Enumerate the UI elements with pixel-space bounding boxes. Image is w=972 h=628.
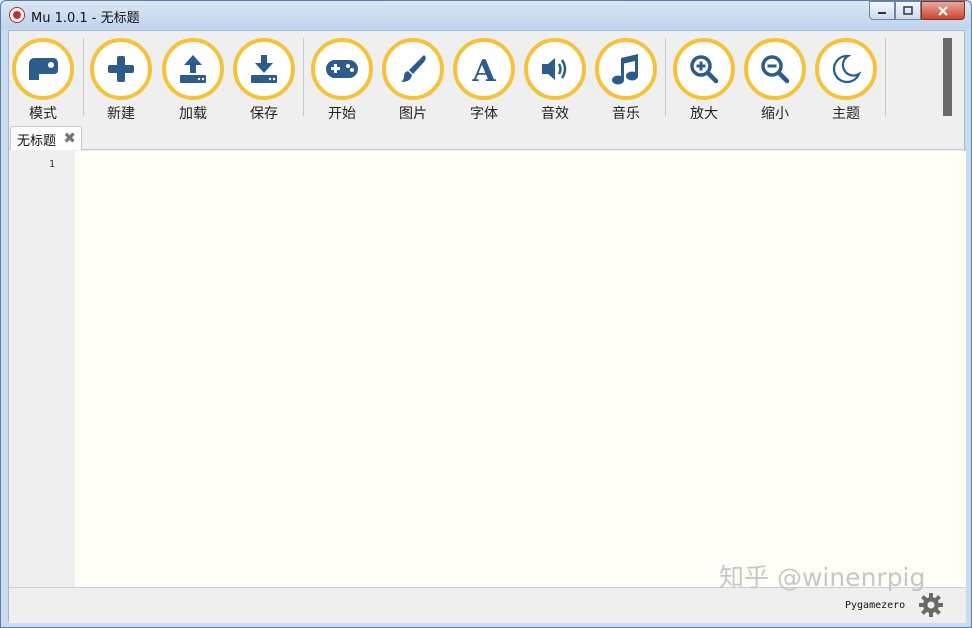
upload-icon (180, 55, 206, 83)
speaker-icon (542, 58, 567, 80)
play-label: 开始 (328, 106, 356, 122)
toolbar-separator (885, 38, 886, 116)
save-label: 保存 (250, 106, 278, 122)
toolbar-separator (303, 38, 304, 116)
download-icon (251, 55, 277, 83)
music-label: 音乐 (612, 106, 640, 122)
play-button[interactable]: 开始 (310, 38, 374, 123)
zoom-in-label: 放大 (690, 106, 718, 122)
paintbrush-icon (401, 55, 426, 82)
zoom-out-icon (761, 55, 790, 84)
theme-button[interactable]: 主题 (814, 38, 878, 123)
minimize-icon (878, 11, 886, 14)
zoom-out-label: 缩小 (761, 106, 789, 122)
mu-logo-icon (9, 7, 25, 23)
sounds-label: 音效 (541, 106, 569, 122)
resize-grip[interactable] (956, 613, 966, 623)
app-window: Mu 1.0.1 - 无标题 模式 新建 加载 保存 开始 图片 A 字体 音效… (0, 0, 972, 628)
toolbar-separator (665, 38, 666, 116)
toolbar-scrollbar[interactable] (943, 38, 952, 116)
watermark-text: 知乎 @winenrpig (719, 563, 926, 592)
music-button[interactable]: 音乐 (594, 38, 658, 123)
window-controls (869, 1, 965, 21)
zoom-out-button[interactable]: 缩小 (743, 38, 807, 123)
toolbar: 模式 新建 加载 保存 开始 图片 A 字体 音效 音乐 放大 缩小 主题 (9, 31, 955, 123)
svg-text:A: A (471, 54, 496, 85)
sounds-button[interactable]: 音效 (523, 38, 587, 123)
load-button[interactable]: 加载 (161, 38, 225, 123)
mode-button[interactable]: 模式 (11, 38, 75, 123)
new-label: 新建 (107, 106, 135, 122)
line-number-gutter: 1 (9, 151, 75, 587)
code-editor[interactable]: 1 (9, 151, 966, 587)
maximize-icon (903, 6, 913, 15)
mode-label: 模式 (29, 106, 57, 122)
toolbar-separator (83, 38, 84, 116)
tab-label: 无标题 (17, 134, 57, 149)
maximize-button[interactable] (895, 1, 921, 20)
tab-bar: 无标题 ✖ (9, 124, 966, 150)
title-bar[interactable]: Mu 1.0.1 - 无标题 (1, 1, 971, 29)
line-number: 1 (48, 159, 55, 170)
moon-icon (832, 54, 862, 84)
window-title: Mu 1.0.1 - 无标题 (31, 11, 140, 26)
plus-icon (108, 56, 134, 82)
minimize-button[interactable] (869, 1, 895, 20)
music-note-icon (612, 54, 638, 85)
current-mode-label: Pygamezero (845, 600, 906, 611)
font-icon: A (471, 54, 496, 85)
zoom-in-button[interactable]: 放大 (672, 38, 736, 123)
client-area: 模式 新建 加载 保存 开始 图片 A 字体 音效 音乐 放大 缩小 主题 无标… (8, 30, 966, 623)
gear-icon (919, 593, 943, 617)
zoom-in-icon (690, 55, 719, 84)
close-icon (938, 5, 948, 16)
close-button[interactable] (921, 1, 965, 20)
gamepad-icon (326, 60, 358, 78)
load-label: 加载 (179, 106, 207, 122)
tab-close-icon[interactable]: ✖ (63, 129, 76, 147)
images-label: 图片 (399, 106, 427, 122)
tab-untitled[interactable]: 无标题 ✖ (10, 126, 82, 150)
images-button[interactable]: 图片 (381, 38, 445, 123)
save-button[interactable]: 保存 (232, 38, 296, 123)
fonts-label: 字体 (470, 106, 498, 122)
new-button[interactable]: 新建 (89, 38, 153, 123)
fonts-button[interactable]: A 字体 (452, 38, 516, 123)
theme-label: 主题 (832, 106, 860, 122)
mode-icon (29, 58, 58, 80)
status-bar: 知乎 @winenrpig Pygamezero (9, 563, 966, 623)
settings-button[interactable] (918, 592, 944, 618)
